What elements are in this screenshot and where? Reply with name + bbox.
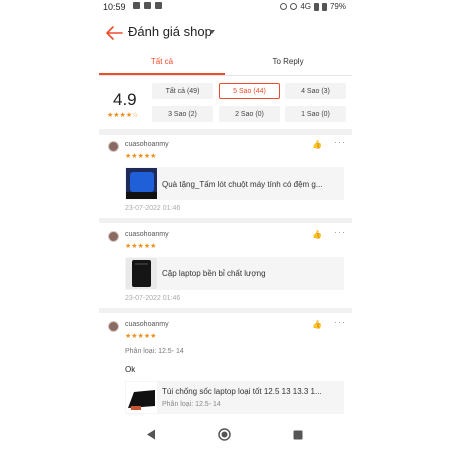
avatar[interactable]	[108, 141, 119, 152]
caret-down-icon[interactable]	[209, 30, 215, 34]
avatar[interactable]	[108, 231, 119, 242]
filter-3-star[interactable]: 3 Sao (2)	[152, 106, 213, 122]
network-type: 4G	[300, 2, 311, 11]
more-icon[interactable]: ···	[334, 227, 346, 237]
review-separator	[99, 308, 352, 313]
battery-icon	[321, 2, 327, 11]
notification-icon	[133, 2, 140, 9]
back-arrow-icon[interactable]	[105, 26, 123, 40]
filter-all[interactable]: Tất cả (49)	[152, 83, 213, 99]
product-name: Quà tặng_Tấm lót chuột máy tính có đệm g…	[162, 180, 323, 189]
product-variant: Phân loại: 12.5- 14	[162, 401, 221, 408]
product-card[interactable]	[125, 381, 344, 414]
nav-home-icon[interactable]	[218, 428, 231, 441]
filter-1-star[interactable]: 1 Sao (0)	[285, 106, 346, 122]
filter-4-star[interactable]: 4 Sao (3)	[285, 83, 346, 99]
thumbs-up-icon[interactable]: 👍	[312, 140, 322, 149]
phone-screen: 10:59 4G 79% Đánh giá shop Tất cả To Rep…	[99, 0, 352, 450]
review-stars: ★★★★★	[125, 153, 157, 160]
review-username: cuasohoanmy	[125, 231, 169, 238]
review-variant: Phân loại: 12.5- 14	[125, 348, 184, 355]
thumbs-up-icon[interactable]: 👍	[312, 320, 322, 329]
tab-to-reply[interactable]: To Reply	[225, 57, 351, 66]
thumbs-up-icon[interactable]: 👍	[312, 230, 322, 239]
battery-level: 79%	[329, 2, 346, 11]
review-stars: ★★★★★	[125, 243, 157, 250]
nav-recents-icon[interactable]	[293, 430, 303, 440]
filter-5-star[interactable]: 5 Sao (44)	[219, 83, 280, 99]
nav-back-icon[interactable]	[146, 429, 156, 440]
rating-score: 4.9	[113, 90, 137, 109]
product-thumbnail	[126, 382, 157, 413]
tab-all[interactable]: Tất cả	[99, 57, 225, 66]
notification-icon	[144, 2, 151, 9]
review-date: 23-07-2022 01:46	[125, 205, 181, 212]
alarm-icon	[280, 3, 288, 10]
more-icon[interactable]: ···	[334, 317, 346, 327]
review-separator	[99, 218, 352, 223]
avatar[interactable]	[108, 321, 119, 332]
vibrate-icon	[290, 3, 298, 10]
notification-icon	[155, 2, 162, 9]
status-time: 10:59	[103, 2, 126, 12]
product-name: Cặp laptop bền bỉ chất lượng	[162, 269, 266, 278]
review-stars: ★★★★★	[125, 333, 157, 340]
section-separator	[99, 129, 352, 135]
rating-stars: ★★★★☆	[107, 112, 139, 119]
product-thumbnail	[126, 258, 157, 289]
review-username: cuasohoanmy	[125, 141, 169, 148]
product-name: Túi chống sốc laptop loại tốt 12.5 13 13…	[162, 387, 322, 396]
product-thumbnail	[126, 168, 157, 199]
review-date: 23-07-2022 01:46	[125, 295, 181, 302]
review-username: cuasohoanmy	[125, 321, 169, 328]
review-comment: Ok	[125, 365, 136, 374]
navigation-bar	[99, 420, 352, 450]
status-right: 4G 79%	[280, 2, 346, 11]
signal-icon	[313, 2, 319, 11]
status-notification-icons	[133, 2, 162, 9]
more-icon[interactable]: ···	[334, 137, 346, 147]
tab-divider	[99, 75, 352, 76]
filter-2-star[interactable]: 2 Sao (0)	[219, 106, 280, 122]
page-title[interactable]: Đánh giá shop	[128, 24, 212, 39]
